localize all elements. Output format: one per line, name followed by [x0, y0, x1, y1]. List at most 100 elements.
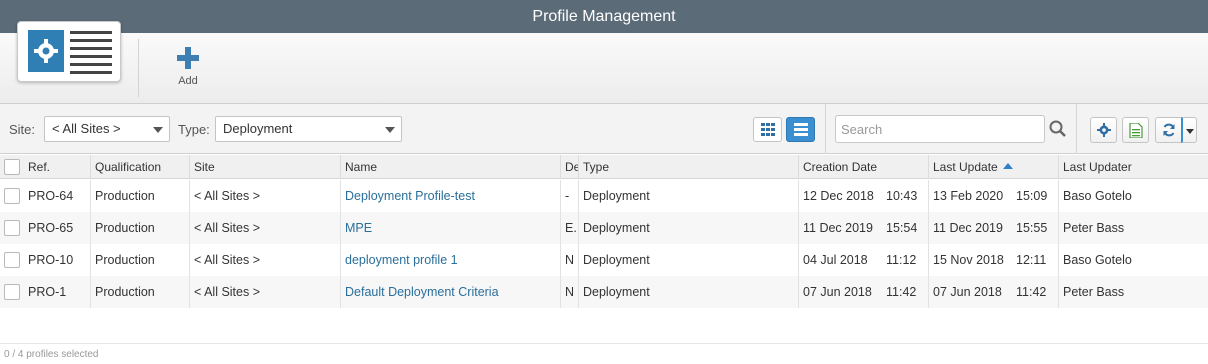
profile-link[interactable]: MPE — [345, 221, 372, 235]
profile-link[interactable]: Deployment Profile-test — [345, 189, 475, 203]
grid-view-icon — [761, 123, 775, 136]
name-cell: MPE — [340, 212, 560, 244]
profile-module-icon — [17, 21, 121, 82]
column-header-creation-date[interactable]: Creation Date — [798, 155, 928, 179]
tile-view-button[interactable] — [753, 117, 782, 142]
last-update-cell: 07 Jun 2018 11:42 — [928, 276, 1058, 308]
table-row[interactable]: PRO-10 Production < All Sites > deployme… — [0, 244, 1208, 276]
last-update-date: 13 Feb 2020 — [933, 189, 1004, 203]
filter-bar: Site: < All Sites > Type: Deployment — [0, 104, 1208, 154]
last-update-cell: 13 Feb 2020 15:09 — [928, 180, 1058, 212]
column-header-last-update[interactable]: Last Update — [928, 155, 1058, 179]
row-checkbox[interactable] — [4, 188, 20, 204]
creation-date-cell: 11 Dec 2019 15:54 — [798, 212, 928, 244]
type-filter-label: Type: — [178, 122, 210, 137]
type-select[interactable]: Deployment — [215, 116, 402, 142]
column-header-type[interactable]: Type — [578, 155, 798, 179]
plus-icon — [177, 47, 199, 69]
profile-link[interactable]: deployment profile 1 — [345, 253, 458, 267]
chevron-down-icon — [385, 127, 395, 133]
qualification-cell: Production — [90, 244, 189, 276]
description-cell: N — [560, 276, 578, 308]
column-header-description[interactable]: De — [560, 155, 578, 179]
name-cell: deployment profile 1 — [340, 244, 560, 276]
gear-icon — [1097, 123, 1111, 137]
toolbar: Add — [0, 21, 1208, 104]
site-cell: < All Sites > — [189, 244, 340, 276]
last-update-time: 15:55 — [1016, 221, 1048, 235]
creation-time: 15:54 — [886, 221, 918, 235]
site-filter-label: Site: — [9, 122, 36, 137]
qualification-cell: Production — [90, 180, 189, 212]
refresh-options-dropdown[interactable] — [1181, 117, 1197, 143]
column-header-last-updater[interactable]: Last Updater — [1058, 155, 1208, 179]
name-cell: Default Deployment Criteria — [340, 276, 560, 308]
description-cell: - — [560, 180, 578, 212]
creation-date: 04 Jul 2018 — [803, 253, 868, 267]
creation-time: 11:42 — [886, 285, 917, 299]
qualification-cell: Production — [90, 212, 189, 244]
qualification-cell: Production — [90, 276, 189, 308]
add-button[interactable]: Add — [163, 47, 213, 95]
column-header-qualification[interactable]: Qualification — [90, 155, 189, 179]
refresh-button[interactable] — [1155, 117, 1182, 143]
table-row[interactable]: PRO-65 Production < All Sites > MPE E. D… — [0, 212, 1208, 244]
column-header-site[interactable]: Site — [189, 155, 340, 179]
type-select-value: Deployment — [223, 121, 293, 136]
creation-time: 11:12 — [886, 253, 917, 267]
last-update-cell: 15 Nov 2018 12:11 — [928, 244, 1058, 276]
search-icon[interactable] — [1049, 120, 1066, 140]
profile-link[interactable]: Default Deployment Criteria — [345, 285, 499, 299]
last-update-date: 11 Dec 2019 — [933, 221, 1003, 235]
creation-date-cell: 12 Dec 2018 10:43 — [798, 180, 928, 212]
column-header-name[interactable]: Name — [340, 155, 560, 179]
chevron-down-icon — [1186, 129, 1194, 134]
chevron-down-icon — [153, 127, 163, 133]
search-input[interactable] — [835, 115, 1045, 143]
ref-cell: PRO-64 — [28, 189, 74, 203]
row-checkbox[interactable] — [4, 220, 20, 236]
creation-date: 11 Dec 2019 — [803, 221, 873, 235]
export-button[interactable] — [1122, 117, 1149, 143]
table-row[interactable]: PRO-64 Production < All Sites > Deployme… — [0, 180, 1208, 212]
creation-date: 07 Jun 2018 — [803, 285, 872, 299]
type-cell: Deployment — [578, 244, 798, 276]
table-header: Ref. Qualification Site Name De Type Cre… — [0, 155, 1208, 179]
settings-button[interactable] — [1090, 117, 1117, 143]
last-updater-cell: Peter Bass — [1058, 276, 1208, 308]
filter-divider — [825, 104, 826, 154]
creation-date: 12 Dec 2018 — [803, 189, 874, 203]
site-cell: < All Sites > — [189, 212, 340, 244]
last-updater-cell: Peter Bass — [1058, 212, 1208, 244]
list-view-icon — [794, 123, 808, 136]
last-update-cell: 11 Dec 2019 15:55 — [928, 212, 1058, 244]
description-cell: E. — [560, 212, 578, 244]
site-cell: < All Sites > — [189, 180, 340, 212]
selection-status: 0 / 4 profiles selected — [0, 343, 1208, 364]
list-view-button[interactable] — [786, 117, 815, 142]
select-all-checkbox[interactable] — [4, 159, 20, 175]
creation-date-cell: 04 Jul 2018 11:12 — [798, 244, 928, 276]
ref-cell: PRO-10 — [28, 253, 74, 267]
ref-cell: PRO-65 — [28, 221, 74, 235]
type-cell: Deployment — [578, 212, 798, 244]
column-header-last-update-label: Last Update — [933, 160, 998, 174]
row-checkbox[interactable] — [4, 252, 20, 268]
toolbar-divider — [138, 39, 139, 97]
row-checkbox[interactable] — [4, 284, 20, 300]
sort-ascending-icon — [1002, 163, 1013, 169]
last-update-date: 07 Jun 2018 — [933, 285, 1002, 299]
ref-cell: PRO-1 — [28, 285, 67, 299]
last-updater-cell: Baso Gotelo — [1058, 180, 1208, 212]
column-header-ref[interactable]: Ref. — [24, 155, 90, 179]
last-update-time: 12:11 — [1016, 253, 1047, 267]
last-update-time: 11:42 — [1016, 285, 1047, 299]
last-update-date: 15 Nov 2018 — [933, 253, 1004, 267]
refresh-icon — [1163, 123, 1175, 137]
last-update-time: 15:09 — [1016, 189, 1048, 203]
creation-date-cell: 07 Jun 2018 11:42 — [798, 276, 928, 308]
last-updater-cell: Baso Gotelo — [1058, 244, 1208, 276]
filter-divider — [1076, 104, 1077, 154]
site-select[interactable]: < All Sites > — [44, 116, 170, 142]
table-row[interactable]: PRO-1 Production < All Sites > Default D… — [0, 276, 1208, 308]
